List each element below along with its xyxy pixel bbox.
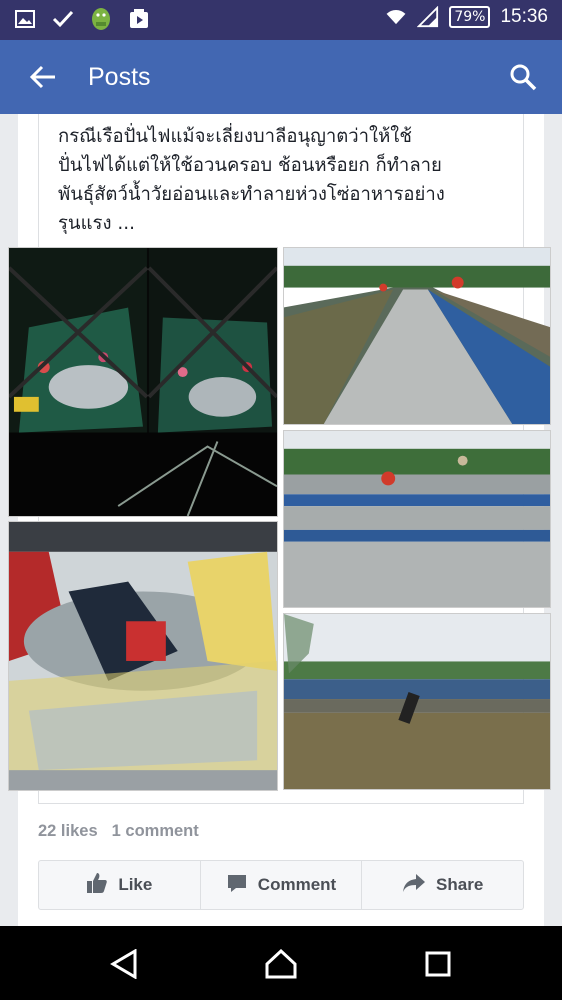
page-title: Posts: [88, 63, 151, 91]
fish-drying-racks-photo[interactable]: [283, 247, 551, 425]
back-arrow-icon[interactable]: [24, 60, 62, 94]
nav-recents-icon[interactable]: [420, 948, 456, 980]
share-icon: [402, 872, 426, 899]
app-bar: Posts: [0, 40, 562, 114]
wifi-icon: [385, 6, 407, 28]
search-icon[interactable]: [506, 60, 540, 94]
post-text-line: ปั่นไฟได้แต่ให้ใช้อวนครอบ ช้อนหรือยก ก็ท…: [58, 155, 442, 176]
status-bar: 79% 15:36: [0, 0, 562, 40]
likes-count[interactable]: 22 likes: [38, 822, 98, 841]
battery-level: 79%: [454, 9, 486, 25]
post-text-line: กรณีเรือปั่นไฟแม้จะเลี่ยงบาลีอนุญาตว่าให…: [58, 126, 412, 147]
share-label: Share: [436, 875, 484, 894]
post-stats: 22 likes 1 comment: [38, 822, 199, 841]
android-icon: [90, 8, 112, 30]
nav-back-icon[interactable]: [106, 948, 142, 980]
post-text-line: รุนแรง ...: [58, 213, 135, 234]
comment-icon: [226, 872, 248, 899]
gallery-icon: [14, 8, 36, 30]
post-text-line: พันธุ์สัตว์น้ำวัยอ่อนและทำลายห่วงโซ่อาหา…: [58, 184, 445, 205]
system-nav-bar: [0, 926, 562, 1000]
comments-count[interactable]: 1 comment: [112, 822, 199, 841]
thumbs-up-icon: [86, 872, 108, 899]
fish-drying-field-photo[interactable]: [283, 613, 551, 790]
clock: 15:36: [500, 6, 548, 27]
post-actions: Like Comment Share: [38, 860, 524, 910]
nav-home-icon[interactable]: [263, 948, 299, 980]
post-text: กรณีเรือปั่นไฟแม้จะเลี่ยงบาลีอนุญาตว่าให…: [58, 122, 528, 238]
signal-icon: [417, 6, 439, 28]
fish-net-catch-photo[interactable]: [8, 521, 278, 791]
like-button[interactable]: Like: [39, 861, 200, 909]
media-icon: [128, 8, 150, 30]
check-icon: [52, 8, 74, 30]
comment-label: Comment: [257, 875, 337, 894]
battery-icon: 79%: [449, 6, 491, 28]
fish-drying-racks-workers-photo[interactable]: [283, 430, 551, 608]
comment-button[interactable]: Comment: [199, 861, 362, 909]
share-button[interactable]: Share: [361, 861, 523, 909]
fishing-boat-night-photo[interactable]: [8, 247, 278, 517]
like-label: Like: [118, 875, 153, 894]
